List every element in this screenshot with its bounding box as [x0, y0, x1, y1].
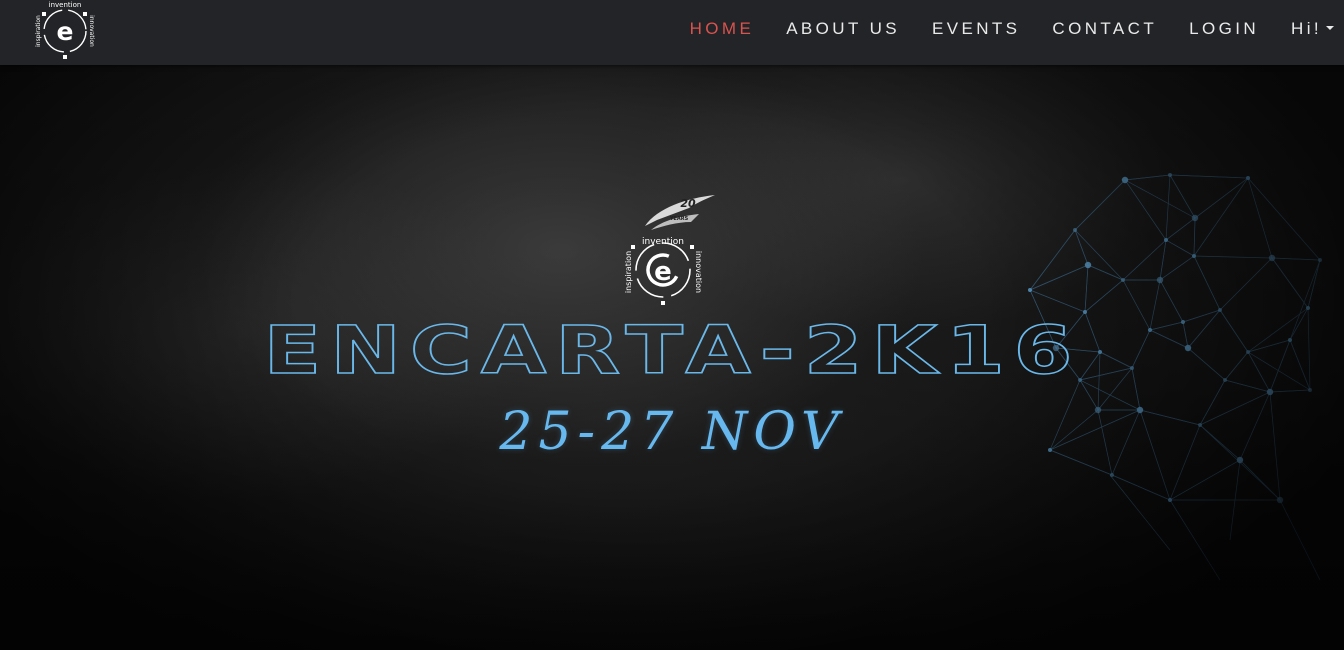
brand-word-right: innovation	[88, 15, 95, 47]
network-node	[1218, 308, 1222, 312]
badge-years: 20	[680, 197, 696, 210]
hero-title: ENCARTA-2K16	[0, 312, 1344, 389]
network-node	[1156, 276, 1164, 284]
network-node	[1073, 228, 1077, 232]
network-node	[1306, 306, 1310, 310]
nav-contact[interactable]: CONTACT	[1037, 19, 1172, 39]
hero-badge-logo: 20 YEARS e invention innovation inspirat…	[624, 195, 715, 305]
network-node	[1121, 176, 1129, 184]
caret-down-icon	[1326, 25, 1334, 30]
badge-word-top: invention	[642, 237, 684, 247]
network-node	[1318, 258, 1322, 262]
hero-title-text: ENCARTA-2K16	[262, 312, 1081, 389]
network-node	[1268, 254, 1276, 262]
user-greeting: Hi!	[1291, 19, 1322, 38]
network-node	[1121, 278, 1125, 282]
nav-events[interactable]: EVENTS	[917, 19, 1035, 39]
network-node	[1083, 310, 1087, 314]
page: e invention innovation inspiration HOME …	[0, 0, 1344, 650]
network-node	[1164, 238, 1168, 242]
nav-home[interactable]: HOME	[675, 19, 770, 39]
network-node	[1084, 261, 1092, 269]
badge-letter: e	[654, 257, 672, 287]
nav-login[interactable]: LOGIN	[1174, 19, 1274, 39]
badge-word-right: innovation	[694, 251, 703, 293]
network-node	[1168, 498, 1172, 502]
network-node	[1168, 173, 1172, 177]
network-node	[1276, 496, 1284, 504]
network-node	[1028, 288, 1032, 292]
hero-date: 25-27 NOV	[499, 402, 845, 462]
network-node	[1246, 176, 1250, 180]
brand-word-top: invention	[49, 1, 82, 9]
badge-word-left: inspiration	[624, 251, 633, 293]
network-node	[1110, 473, 1114, 477]
navbar: e invention innovation inspiration HOME …	[0, 0, 1344, 65]
network-node	[1266, 388, 1274, 396]
nav-user-dropdown[interactable]: Hi!	[1276, 19, 1344, 39]
brand-letter: e	[57, 17, 74, 46]
nav-about-us[interactable]: ABOUT US	[771, 19, 915, 39]
network-node	[1191, 214, 1199, 222]
brand-logo[interactable]: e invention innovation inspiration	[30, 0, 100, 62]
badge-years-label: YEARS	[669, 216, 689, 222]
main-nav: HOME ABOUT US EVENTS CONTACT LOGIN Hi!	[673, 0, 1344, 58]
brand-word-left: inspiration	[35, 15, 42, 47]
network-node	[1308, 388, 1312, 392]
network-node	[1192, 254, 1196, 258]
